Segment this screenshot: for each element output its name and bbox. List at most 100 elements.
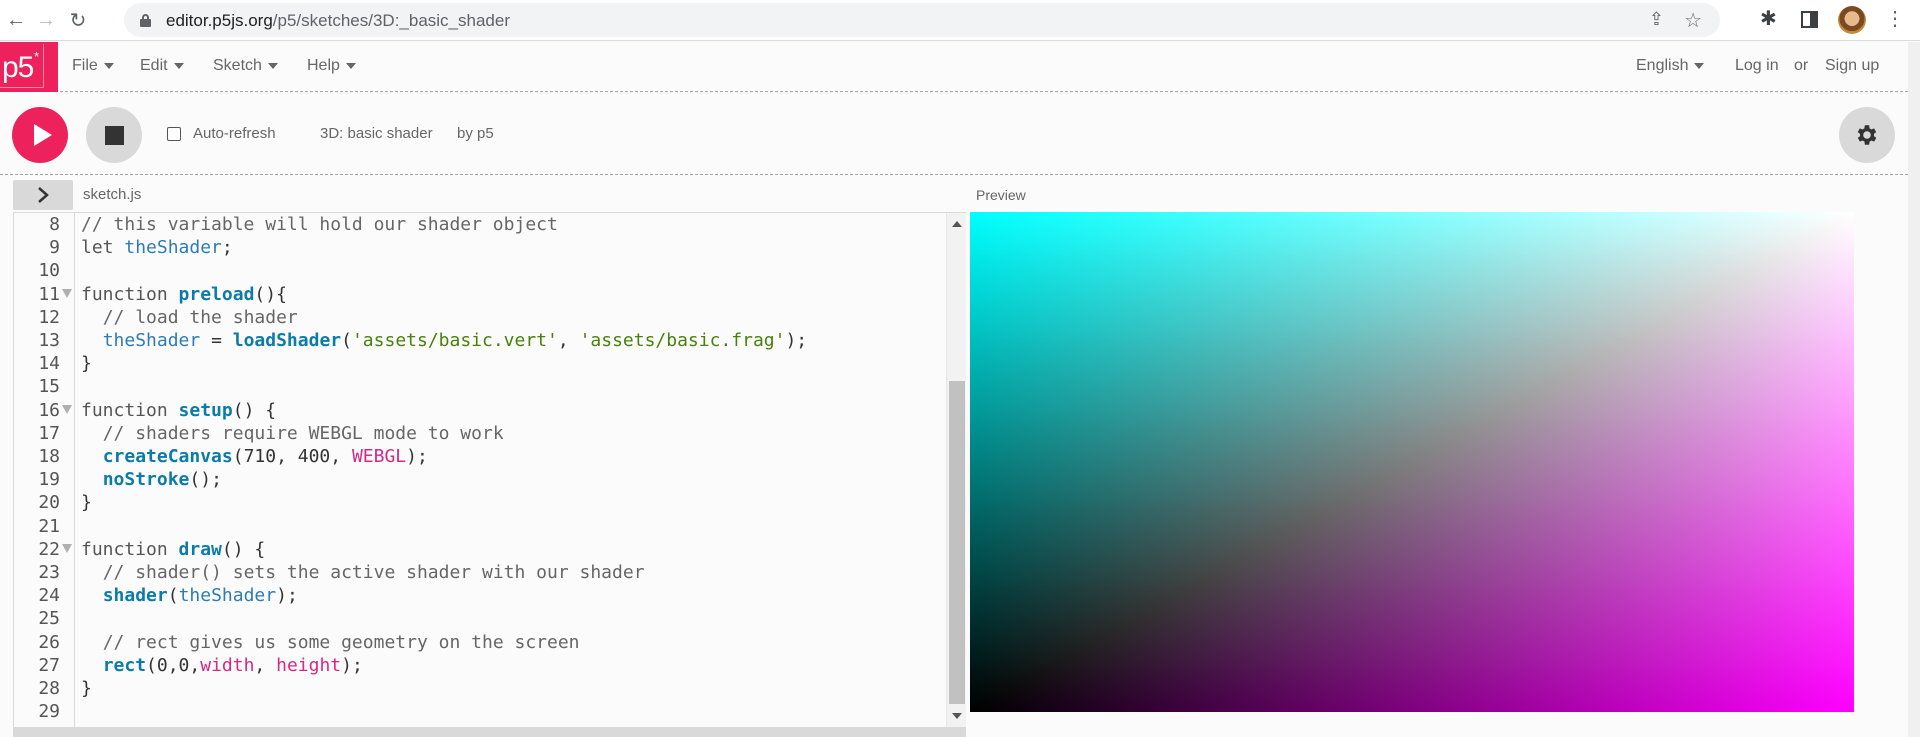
gear-icon — [1857, 125, 1877, 145]
menu-sketch[interactable]: Sketch — [213, 57, 278, 75]
p5-logo[interactable]: p5 * — [0, 42, 58, 92]
sketch-name[interactable]: 3D: basic shader — [320, 125, 433, 142]
caret-down-icon — [103, 62, 114, 69]
signup-link[interactable]: Sign up — [1825, 57, 1879, 75]
stop-button[interactable] — [86, 107, 142, 163]
forward-button[interactable]: → — [32, 6, 60, 34]
code-line[interactable]: 15 — [14, 375, 946, 398]
back-button[interactable]: ← — [2, 6, 30, 34]
lock-icon — [140, 14, 151, 27]
code-line[interactable]: 25 — [14, 607, 946, 630]
code-editor[interactable]: 8 // this variable will hold our shader o… — [13, 212, 966, 728]
code-line[interactable]: 21 — [14, 515, 946, 538]
code-token-comment: // load the shader — [102, 306, 298, 328]
login-link[interactable]: Log in — [1735, 57, 1779, 75]
scrollbar-thumb[interactable] — [949, 381, 965, 704]
arrow-left-icon: ← — [6, 8, 26, 31]
play-button[interactable] — [12, 107, 68, 163]
code-token-const: height — [276, 654, 342, 676]
browser-menu-icon[interactable]: ⋮ — [1885, 7, 1905, 31]
code-text: } — [81, 352, 92, 375]
code-line[interactable]: 18 createCanvas(710, 400, WEBGL); — [14, 445, 946, 468]
scroll-down-arrow-icon[interactable] — [952, 713, 962, 719]
code-token-plain: ( — [341, 330, 352, 351]
sketch-toolbar: Auto-refresh 3D: basic shader by p5 — [0, 93, 1908, 175]
bookmark-star-icon[interactable]: ☆ — [1684, 8, 1702, 33]
code-text: function draw() { — [81, 538, 265, 561]
code-line[interactable]: 8 // this variable will hold our shader o… — [14, 213, 946, 236]
line-number: 27 — [38, 654, 60, 676]
code-token-var: theShader — [124, 237, 222, 259]
profile-avatar[interactable] — [1838, 6, 1866, 34]
code-line[interactable]: 13 theShader = loadShader('assets/basic.… — [14, 329, 946, 352]
code-text: let theShader; — [81, 236, 233, 259]
code-line[interactable]: 10 — [14, 259, 946, 282]
share-icon[interactable]: ⇪ — [1649, 9, 1664, 30]
caret-down-icon — [345, 62, 356, 69]
editor-scrollbar[interactable] — [946, 213, 966, 727]
reload-button[interactable]: ↻ — [64, 6, 92, 34]
code-token-kw: function — [81, 538, 179, 560]
menu-help[interactable]: Help — [307, 57, 356, 75]
shader-canvas[interactable] — [970, 212, 1854, 712]
code-line[interactable]: 24 shader(theShader); — [14, 584, 946, 607]
menu-help-label: Help — [307, 57, 340, 74]
scroll-up-arrow-icon[interactable] — [952, 221, 962, 227]
line-number: 23 — [38, 562, 60, 583]
page-scrollbar-track[interactable] — [1908, 42, 1920, 737]
settings-button[interactable] — [1839, 107, 1895, 163]
expand-sidebar-button[interactable] — [13, 180, 73, 210]
chevron-right-icon — [38, 187, 49, 203]
code-token-plain: ); — [785, 330, 808, 351]
code-token-plain: } — [81, 492, 92, 514]
code-token-comment: // shaders require WEBGL mode to work — [102, 422, 504, 444]
code-token-var: theShader — [178, 585, 277, 607]
file-tab-sketch-js[interactable]: sketch.js — [83, 186, 141, 203]
code-text: createCanvas(710, 400, WEBGL); — [81, 445, 428, 468]
address-bar[interactable]: editor.p5js.org/p5/sketches/3D:_basic_sh… — [124, 3, 1720, 37]
console-bar[interactable] — [13, 728, 966, 737]
auto-refresh-label[interactable]: Auto-refresh — [193, 125, 276, 142]
code-token-plain: ); — [406, 446, 428, 467]
code-line[interactable]: 9 let theShader; — [14, 236, 946, 259]
code-line[interactable]: 27 rect(0,0,width, height); — [14, 654, 946, 677]
caret-down-icon — [267, 62, 278, 69]
code-line[interactable]: 14} — [14, 352, 946, 375]
code-text: } — [81, 491, 92, 514]
fold-triangle-icon[interactable] — [62, 543, 72, 553]
line-number: 9 — [49, 237, 60, 259]
line-number: 14 — [38, 353, 60, 375]
code-text: rect(0,0,width, height); — [81, 654, 363, 677]
code-line[interactable]: 26 // rect gives us some geometry on the… — [14, 631, 946, 654]
code-line[interactable]: 29 — [14, 700, 946, 723]
code-text: // rect gives us some geometry on the sc… — [81, 631, 580, 654]
sketch-preview[interactable] — [970, 212, 1854, 712]
reload-icon: ↻ — [69, 9, 87, 32]
menu-file[interactable]: File — [72, 57, 114, 75]
language-select[interactable]: English — [1636, 57, 1705, 75]
code-line[interactable]: 11 function preload(){ — [14, 283, 946, 306]
code-line[interactable]: 23 // shader() sets the active shader wi… — [14, 561, 946, 584]
auto-refresh-checkbox[interactable] — [167, 127, 181, 141]
code-line[interactable]: 28} — [14, 677, 946, 700]
code-token-plain: , — [254, 654, 277, 676]
url-text[interactable]: editor.p5js.org/p5/sketches/3D:_basic_sh… — [166, 11, 510, 31]
fold-triangle-icon[interactable] — [62, 288, 72, 298]
code-line[interactable]: 22 function draw() { — [14, 538, 946, 561]
fold-triangle-icon[interactable] — [62, 404, 72, 414]
code-text: // shader() sets the active shader with … — [81, 561, 645, 584]
code-token-plain: (); — [189, 469, 222, 491]
code-line[interactable]: 19 noStroke(); — [14, 468, 946, 491]
extensions-icon[interactable]: ✱ — [1760, 6, 1777, 31]
side-panel-icon[interactable] — [1801, 11, 1818, 28]
code-text: // this variable will hold our shader ob… — [81, 213, 558, 236]
code-text: } — [81, 677, 92, 700]
code-line[interactable]: 17 // shaders require WEBGL mode to work — [14, 422, 946, 445]
code-line[interactable]: 20} — [14, 491, 946, 514]
menu-edit[interactable]: Edit — [140, 57, 184, 75]
code-token-fn: noStroke — [102, 469, 190, 491]
code-token-fn: shader — [102, 585, 168, 607]
code-line[interactable]: 16 function setup() { — [14, 399, 946, 422]
code-line[interactable]: 12 // load the shader — [14, 306, 946, 329]
code-token-var: theShader — [102, 330, 201, 351]
